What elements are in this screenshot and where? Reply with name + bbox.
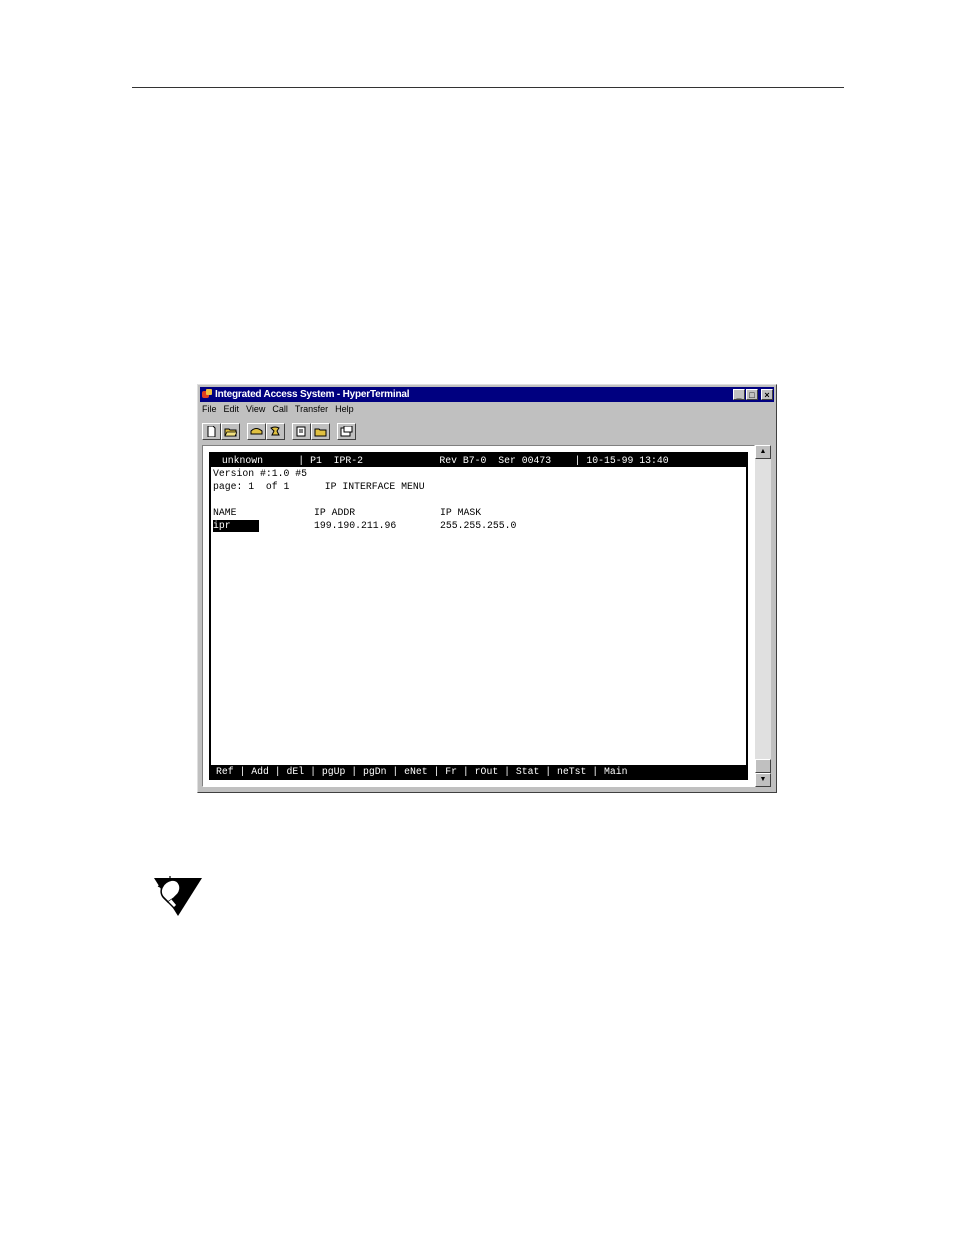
send-button[interactable] <box>292 422 311 440</box>
menu-view[interactable]: View <box>246 404 265 417</box>
toolbar <box>202 420 363 442</box>
minimize-button[interactable]: _ <box>733 389 745 400</box>
version-line: Version #:1.0 #5 <box>213 468 308 479</box>
arrow-up-icon: ▲ <box>759 448 767 455</box>
hyperterminal-window: Integrated Access System - HyperTerminal… <box>197 384 777 793</box>
vertical-scrollbar[interactable]: ▲ ▼ <box>755 445 771 787</box>
properties-button[interactable] <box>337 422 356 440</box>
receive-icon <box>314 428 327 436</box>
disconnect-button[interactable] <box>266 422 285 440</box>
terminal-screen[interactable]: unknown | P1 IPR-2 Rev B7-0 Ser 00473 | … <box>209 452 748 780</box>
hyperterminal-app-icon[interactable] <box>202 389 213 400</box>
page-menu-line: page: 1 of 1 IP INTERFACE MENU <box>213 481 425 492</box>
new-connection-button[interactable] <box>202 422 221 440</box>
maximize-button[interactable]: □ <box>746 389 758 400</box>
connect-icon <box>250 427 263 434</box>
arrow-down-icon: ▼ <box>759 776 767 783</box>
menu-bar: File Edit View Call Transfer Help <box>202 404 361 417</box>
row-ip-addr: 199.190.211.96 <box>314 520 397 531</box>
window-title: Integrated Access System - HyperTerminal <box>215 389 410 400</box>
column-header-ip-mask: IP MASK <box>440 507 482 518</box>
new-icon <box>207 425 216 437</box>
menu-edit[interactable]: Edit <box>224 404 240 417</box>
menu-transfer[interactable]: Transfer <box>295 404 328 417</box>
scroll-up-button[interactable]: ▲ <box>755 445 771 459</box>
open-button[interactable] <box>221 422 240 440</box>
send-icon <box>296 426 306 436</box>
row-name-selected[interactable]: ipr <box>213 520 259 532</box>
scroll-thumb[interactable] <box>755 759 771 773</box>
receive-button[interactable] <box>311 422 330 440</box>
connect-button[interactable] <box>247 422 266 440</box>
terminal-status-bar: unknown | P1 IPR-2 Rev B7-0 Ser 00473 | … <box>211 454 746 467</box>
menu-help[interactable]: Help <box>335 404 354 417</box>
close-button[interactable]: × <box>761 389 773 400</box>
page-header-rule <box>132 87 844 88</box>
open-icon <box>224 428 237 436</box>
row-ip-mask: 255.255.255.0 <box>440 520 517 531</box>
column-header-name: NAME <box>213 507 237 518</box>
title-bar[interactable]: Integrated Access System - HyperTerminal… <box>200 387 774 402</box>
column-header-ip-addr: IP ADDR <box>314 507 356 518</box>
menu-call[interactable]: Call <box>272 404 288 417</box>
terminal-client-area[interactable]: unknown | P1 IPR-2 Rev B7-0 Ser 00473 | … <box>202 445 755 787</box>
scroll-down-button[interactable]: ▼ <box>755 773 771 787</box>
terminal-command-bar[interactable]: Ref | Add | dEl | pgUp | pgDn | eNet | F… <box>211 765 746 778</box>
disconnect-icon <box>270 426 280 435</box>
properties-icon <box>340 425 353 436</box>
lightbulb-note-icon <box>154 876 202 916</box>
menu-file[interactable]: File <box>202 404 217 417</box>
